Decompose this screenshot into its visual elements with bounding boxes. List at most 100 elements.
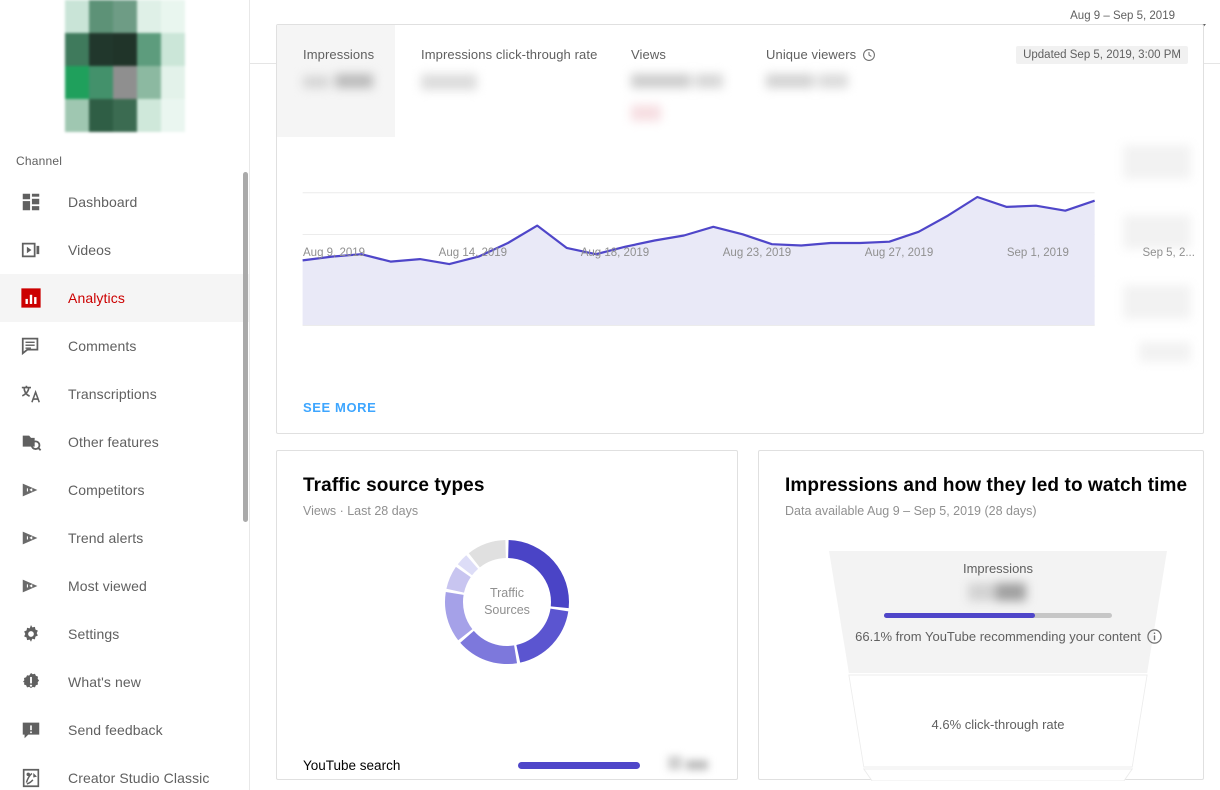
- x-axis-tick-label: Sep 5, 2...: [1142, 247, 1195, 259]
- metric-value-redacted: [766, 74, 900, 93]
- y-axis-label-redacted: [1123, 215, 1191, 249]
- metric-tile-views[interactable]: Views: [605, 25, 740, 137]
- metric-value-redacted: [631, 74, 740, 121]
- avatar-pixel: [113, 66, 137, 99]
- most-viewed-icon: [22, 579, 38, 593]
- clock-icon[interactable]: [862, 48, 876, 62]
- avatar-pixel: [89, 66, 113, 99]
- sidebar-item-label: Analytics: [68, 290, 125, 306]
- sidebar-item-label: Transcriptions: [68, 386, 157, 402]
- avatar-pixel: [89, 0, 113, 33]
- x-axis-tick-label: Aug 27, 2019: [864, 247, 934, 259]
- sidebar-item-creator-studio-classic[interactable]: Creator Studio Classic: [0, 754, 249, 790]
- metric-tile-title: Unique viewers: [766, 47, 900, 62]
- sidebar-item-competitors[interactable]: Competitors: [0, 466, 249, 514]
- analytics-icon: [18, 286, 44, 310]
- competitors-icon: [22, 483, 38, 497]
- sidebar-nav-list: Dashboard Videos Analytics Comments Transcri…: [0, 178, 249, 790]
- videos-icon: [21, 242, 40, 258]
- dashboard-icon: [22, 193, 40, 211]
- metric-title-text: Views: [631, 47, 666, 62]
- avatar-pixel: [113, 0, 137, 33]
- sidebar-item-settings[interactable]: Settings: [0, 610, 249, 658]
- sidebar-item-label: Trend alerts: [68, 530, 144, 546]
- comments-icon: [18, 334, 44, 358]
- funnel-stage-label: Impressions: [962, 561, 1034, 576]
- funnel-diagram: Impressions 66.1% from YouTube recommend…: [829, 551, 1167, 781]
- avatar-pixel: [137, 0, 161, 33]
- metric-value-redacted: [303, 74, 395, 93]
- sidebar-item-videos[interactable]: Videos: [0, 226, 249, 274]
- x-axis-tick-label: Aug 9, 2019: [303, 247, 366, 259]
- funnel-stage-impressions: Impressions 66.1% from YouTube recommend…: [829, 561, 1167, 644]
- metric-title-text: Impressions click-through rate: [421, 47, 598, 62]
- trend-alerts-icon: [22, 531, 38, 545]
- avatar-pixel: [89, 99, 113, 132]
- impressions-area-chart[interactable]: [277, 137, 1203, 387]
- funnel-card-title: Impressions and how they led to watch ti…: [785, 475, 1188, 496]
- sidebar-item-send-feedback[interactable]: Send feedback: [0, 706, 249, 754]
- sidebar-item-trend-alerts[interactable]: Trend alerts: [0, 514, 249, 562]
- updated-badge: Updated Sep 5, 2019, 3:00 PM: [1016, 46, 1188, 64]
- avatar-pixel: [65, 66, 89, 99]
- sidebar-item-label: Creator Studio Classic: [68, 770, 210, 786]
- most-viewed-icon: [18, 574, 44, 598]
- avatar-pixel: [161, 66, 185, 99]
- funnel-progress-fill: [884, 613, 1035, 618]
- donut-segment[interactable]: [460, 630, 518, 665]
- sidebar-item-label: What's new: [68, 674, 141, 690]
- sidebar-item-analytics[interactable]: Analytics: [0, 274, 249, 322]
- traffic-legend-row[interactable]: YouTube search: [303, 756, 717, 775]
- youtube-studio-analytics-page: Channel Dashboard Videos Analytics Comments…: [0, 0, 1220, 790]
- x-axis-tick-label: Aug 23, 2019: [722, 247, 792, 259]
- avatar-pixel: [161, 33, 185, 66]
- metric-value-redacted: [421, 74, 605, 95]
- sidebar-item-label: Comments: [68, 338, 137, 354]
- traffic-card-subtitle: Views · Last 28 days: [303, 504, 419, 518]
- legend-value-redacted: [668, 756, 708, 775]
- x-axis-tick-label: Aug 14, 2019: [438, 247, 508, 259]
- studio-classic-icon: [18, 766, 44, 790]
- traffic-donut-container[interactable]: Traffic Sources: [277, 530, 737, 674]
- sidebar-scrollbar-thumb[interactable]: [243, 172, 248, 522]
- studio-classic-icon: [22, 768, 40, 788]
- sidebar-item-label: Send feedback: [68, 722, 163, 738]
- donut-segment[interactable]: [468, 540, 506, 568]
- funnel-card-subtitle: Data available Aug 9 – Sep 5, 2019 (28 d…: [785, 504, 1037, 518]
- metric-tile-impressions[interactable]: Impressions: [277, 25, 395, 137]
- metric-tile-title: Views: [631, 47, 740, 62]
- sidebar-item-dashboard[interactable]: Dashboard: [0, 178, 249, 226]
- dashboard-icon: [18, 190, 44, 214]
- avatar-pixel: [137, 99, 161, 132]
- gear-icon: [18, 622, 44, 646]
- legend-value-bar: [518, 762, 640, 769]
- sidebar-item-comments[interactable]: Comments: [0, 322, 249, 370]
- sidebar-item-what-s-new[interactable]: What's new: [0, 658, 249, 706]
- funnel-value-redacted: [968, 583, 1028, 601]
- info-icon[interactable]: [1146, 628, 1163, 645]
- channel-avatar[interactable]: [65, 0, 185, 132]
- avatar-pixel: [65, 0, 89, 33]
- x-axis-tick-label: Sep 1, 2019: [1006, 247, 1069, 259]
- funnel-progress-bar: [884, 613, 1112, 618]
- whats-new-icon: [22, 673, 40, 689]
- avatar-pixel: [113, 99, 137, 132]
- avatar-pixel: [65, 99, 89, 132]
- funnel-stage-ctr: 4.6% click-through rate: [931, 717, 1065, 732]
- sidebar-item-transcriptions[interactable]: Transcriptions: [0, 370, 249, 418]
- traffic-source-types-card: Traffic source types Views · Last 28 day…: [276, 450, 738, 780]
- sidebar-item-most-viewed[interactable]: Most viewed: [0, 562, 249, 610]
- metric-tile-unique-viewers[interactable]: Unique viewers: [740, 25, 900, 137]
- see-more-link[interactable]: SEE MORE: [303, 400, 376, 415]
- sidebar-item-label: Competitors: [68, 482, 145, 498]
- metric-tile-impressions-click-through-rate[interactable]: Impressions click-through rate: [395, 25, 605, 137]
- sidebar-item-other-features[interactable]: Other features: [0, 418, 249, 466]
- metric-tile-title: Impressions click-through rate: [421, 47, 605, 62]
- videos-icon: [18, 238, 44, 262]
- metrics-chart-card: Impressions Impressions click-through rat…: [276, 24, 1204, 434]
- metric-delta-redacted: [631, 105, 661, 121]
- competitors-icon: [18, 478, 44, 502]
- sidebar-item-label: Other features: [68, 434, 159, 450]
- avatar-pixel: [113, 33, 137, 66]
- feedback-icon: [22, 722, 40, 739]
